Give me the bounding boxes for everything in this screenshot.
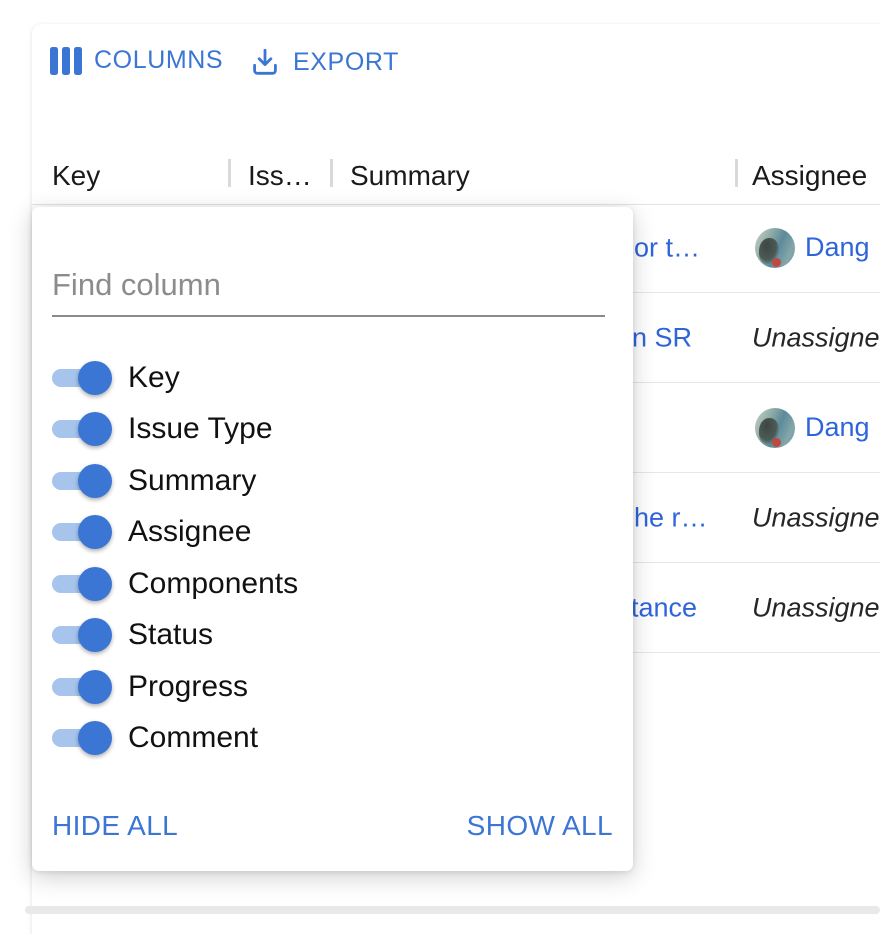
assignee-link[interactable]: Dang — [805, 232, 870, 263]
download-icon — [249, 46, 281, 78]
toggle-row-assignee[interactable]: Assignee — [52, 507, 613, 559]
toggle-switch-on[interactable] — [52, 464, 112, 498]
toggle-switch-on[interactable] — [52, 567, 112, 601]
hide-all-button[interactable]: HIDE ALL — [52, 810, 178, 842]
summary-link[interactable]: or t… — [634, 232, 700, 263]
column-header-key[interactable]: Key — [52, 160, 100, 192]
export-button[interactable]: EXPORT — [249, 46, 399, 78]
toggle-row-comment[interactable]: Comment — [52, 713, 613, 765]
popover-actions: HIDE ALL SHOW ALL — [52, 810, 613, 842]
assignee-cell: Dang — [752, 408, 870, 448]
toggle-row-components[interactable]: Components — [52, 558, 613, 610]
toggle-label: Progress — [128, 670, 248, 704]
assignee-avatar[interactable] — [755, 408, 795, 448]
toggle-label: Status — [128, 618, 213, 652]
assignee-unassigned: Unassigned — [752, 592, 880, 623]
toggle-label: Key — [128, 361, 180, 395]
export-button-label: EXPORT — [293, 48, 399, 77]
toggle-row-key[interactable]: Key — [52, 352, 613, 404]
toggle-switch-on[interactable] — [52, 670, 112, 704]
toggle-switch-on[interactable] — [52, 361, 112, 395]
summary-link[interactable]: tance — [631, 592, 697, 623]
columns-icon — [50, 47, 82, 75]
show-all-button[interactable]: SHOW ALL — [467, 810, 613, 842]
toggle-label: Comment — [128, 721, 258, 755]
column-header-assignee[interactable]: Assignee — [752, 160, 867, 192]
toggle-switch-on[interactable] — [52, 721, 112, 755]
toggle-row-issue-type[interactable]: Issue Type — [52, 404, 613, 456]
assignee-link[interactable]: Dang — [805, 412, 870, 443]
toggle-row-progress[interactable]: Progress — [52, 661, 613, 713]
column-toggle-list: Key Issue Type Summary Assignee Componen… — [52, 352, 613, 764]
assignee-avatar[interactable] — [755, 228, 795, 268]
toggle-row-summary[interactable]: Summary — [52, 455, 613, 507]
columns-button-label: COLUMNS — [94, 46, 223, 75]
columns-button[interactable]: COLUMNS — [50, 46, 223, 75]
toggle-label: Issue Type — [128, 412, 273, 446]
column-divider[interactable] — [228, 159, 231, 187]
toggle-label: Summary — [128, 464, 256, 498]
columns-popover: Key Issue Type Summary Assignee Componen… — [32, 207, 633, 871]
toggle-switch-on[interactable] — [52, 515, 112, 549]
assignee-unassigned: Unassigned — [752, 502, 880, 533]
find-column-input[interactable] — [52, 255, 605, 317]
toggle-label: Components — [128, 567, 298, 601]
toggle-label: Assignee — [128, 515, 251, 549]
toggle-switch-on[interactable] — [52, 412, 112, 446]
column-divider[interactable] — [735, 159, 738, 187]
summary-link[interactable]: he r… — [634, 502, 708, 533]
column-header-summary[interactable]: Summary — [350, 160, 470, 192]
toggle-switch-on[interactable] — [52, 618, 112, 652]
horizontal-scrollbar[interactable] — [25, 906, 880, 914]
toggle-row-status[interactable]: Status — [52, 610, 613, 662]
summary-link[interactable]: n SR — [632, 322, 692, 353]
column-divider[interactable] — [330, 159, 333, 187]
assignee-cell: Dang — [752, 228, 870, 268]
assignee-unassigned: Unassigned — [752, 322, 880, 353]
column-header-issue-type[interactable]: Iss… — [248, 160, 312, 192]
issue-table-screen: COLUMNS EXPORT Key Iss… Summary Assignee… — [0, 0, 880, 934]
